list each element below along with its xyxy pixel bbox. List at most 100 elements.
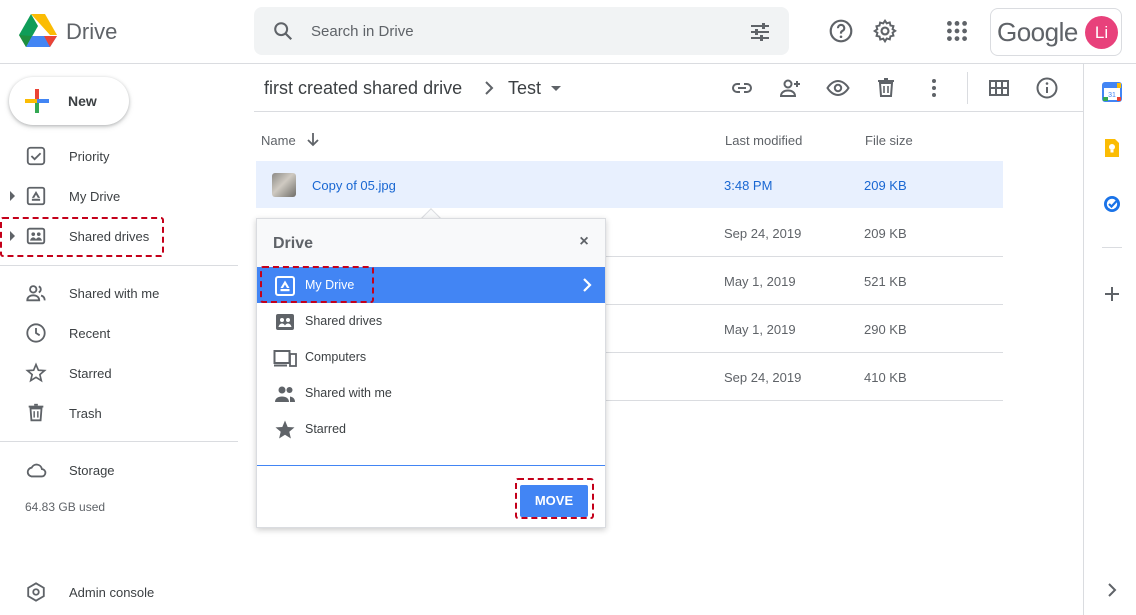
sidebar-item-label: My Drive (69, 189, 121, 204)
search-options-icon[interactable] (748, 20, 772, 44)
toolbar-divider-line (254, 111, 1083, 112)
clock-icon (26, 323, 46, 343)
account-switcher[interactable]: Google Li (990, 8, 1122, 56)
plus-icon (25, 89, 49, 113)
shared-drives-icon (276, 314, 294, 330)
sidebar-item-my-drive[interactable]: My Drive (0, 179, 238, 213)
star-icon (25, 362, 47, 383)
last-modified: May 1, 2019 (724, 322, 796, 337)
sidebar-item-storage[interactable]: Storage (0, 453, 238, 487)
new-button[interactable]: New (9, 77, 129, 125)
rail-divider (1102, 247, 1122, 248)
get-link-icon[interactable] (730, 76, 754, 100)
more-actions-icon[interactable] (922, 76, 946, 100)
file-size: 290 KB (864, 322, 907, 337)
priority-icon (26, 146, 46, 166)
cloud-icon (26, 463, 47, 478)
side-panel-rail: 31 (1083, 64, 1136, 615)
google-wordmark: Google (997, 17, 1078, 47)
breadcrumb-parent[interactable]: first created shared drive (264, 78, 462, 99)
sort-arrow-down-icon[interactable] (305, 131, 321, 147)
dialog-item-computers[interactable]: Computers (257, 339, 605, 375)
dialog-item-starred[interactable]: Starred (257, 411, 605, 447)
sidebar-item-shared-with-me[interactable]: Shared with me (0, 276, 238, 310)
sidebar-divider (0, 441, 238, 442)
sidebar-item-recent[interactable]: Recent (0, 316, 238, 350)
highlight-my-drive (260, 266, 374, 303)
sidebar-item-label: Priority (69, 149, 110, 164)
highlight-shared-drives (0, 217, 164, 257)
settings-gear-icon[interactable] (872, 18, 898, 44)
file-size: 209 KB (864, 178, 907, 193)
sidebar-item-priority[interactable]: Priority (0, 139, 238, 173)
dialog-item-label: Computers (305, 350, 367, 364)
preview-eye-icon[interactable] (826, 76, 850, 100)
shared-with-me-icon (26, 285, 46, 302)
top-bar: Drive Search in Drive Google Li (0, 0, 1136, 64)
last-modified: 3:48 PM (724, 178, 773, 193)
chevron-right-icon (485, 81, 494, 95)
keep-icon[interactable] (1102, 138, 1122, 158)
column-header-name[interactable]: Name (261, 133, 296, 148)
chevron-right-icon[interactable] (579, 276, 595, 294)
dialog-item-label: Starred (305, 422, 346, 436)
storage-used-text: 64.83 GB used (25, 500, 106, 514)
add-addon-plus-icon[interactable] (1102, 284, 1122, 304)
sidebar-divider (0, 265, 238, 266)
dialog-header: Drive × (257, 219, 605, 267)
sidebar-item-label: Storage (69, 463, 115, 478)
sidebar-item-label: Admin console (69, 585, 155, 600)
search-input[interactable]: Search in Drive (311, 23, 414, 40)
last-modified: Sep 24, 2019 (724, 370, 802, 385)
sidebar-item-trash[interactable]: Trash (0, 396, 238, 430)
file-name[interactable]: Copy of 05.jpg (312, 178, 396, 193)
sidebar-item-label: Trash (69, 406, 102, 421)
dialog-title: Drive (273, 235, 314, 252)
column-header-file-size[interactable]: File size (865, 133, 913, 148)
my-drive-icon (26, 186, 46, 206)
expand-panel-chevron-icon[interactable] (1102, 580, 1122, 600)
drive-logo-icon[interactable] (19, 13, 57, 49)
close-icon[interactable]: × (575, 233, 593, 251)
last-modified: May 1, 2019 (724, 274, 796, 289)
app-name: Drive (66, 19, 118, 44)
dialog-item-label: Shared drives (305, 314, 383, 328)
dialog-item-shared-drives[interactable]: Shared drives (257, 303, 605, 339)
calendar-icon[interactable]: 31 (1102, 82, 1122, 102)
file-size: 209 KB (864, 226, 907, 241)
delete-trash-icon[interactable] (874, 76, 898, 100)
sidebar-item-label: Starred (69, 366, 112, 381)
expand-caret-icon[interactable] (10, 191, 15, 201)
toolbar-divider (967, 72, 968, 104)
new-button-label: New (68, 93, 97, 109)
sidebar-item-label: Shared with me (69, 286, 160, 301)
search-icon[interactable] (272, 20, 294, 42)
dialog-divider (257, 465, 605, 466)
shared-with-me-icon (275, 386, 295, 402)
tasks-icon[interactable] (1102, 194, 1122, 214)
sidebar-item-label: Recent (69, 326, 111, 341)
search-bar[interactable]: Search in Drive (254, 7, 789, 55)
highlight-move-button (515, 478, 594, 519)
computers-icon (273, 350, 297, 367)
admin-console-icon (27, 582, 45, 602)
dialog-item-label: Shared with me (305, 386, 392, 400)
file-size: 410 KB (864, 370, 907, 385)
breadcrumb-current[interactable]: Test (508, 78, 541, 99)
image-thumbnail (272, 173, 296, 197)
table-row[interactable]: Copy of 05.jpg 3:48 PM 209 KB (256, 161, 1003, 209)
column-header-last-modified[interactable]: Last modified (725, 133, 802, 148)
apps-grid-icon[interactable] (944, 18, 970, 44)
grid-view-icon[interactable] (987, 76, 1011, 100)
sidebar-item-admin-console[interactable]: Admin console (0, 575, 238, 609)
add-person-icon[interactable] (778, 76, 802, 100)
help-icon[interactable] (828, 18, 854, 44)
folder-menu-caret-icon[interactable] (551, 86, 561, 91)
trash-icon (28, 403, 44, 422)
info-icon[interactable] (1035, 76, 1059, 100)
dialog-item-shared-with-me[interactable]: Shared with me (257, 375, 605, 411)
star-icon (275, 420, 295, 439)
last-modified: Sep 24, 2019 (724, 226, 802, 241)
sidebar-item-starred[interactable]: Starred (0, 356, 238, 390)
avatar[interactable]: Li (1085, 16, 1118, 49)
